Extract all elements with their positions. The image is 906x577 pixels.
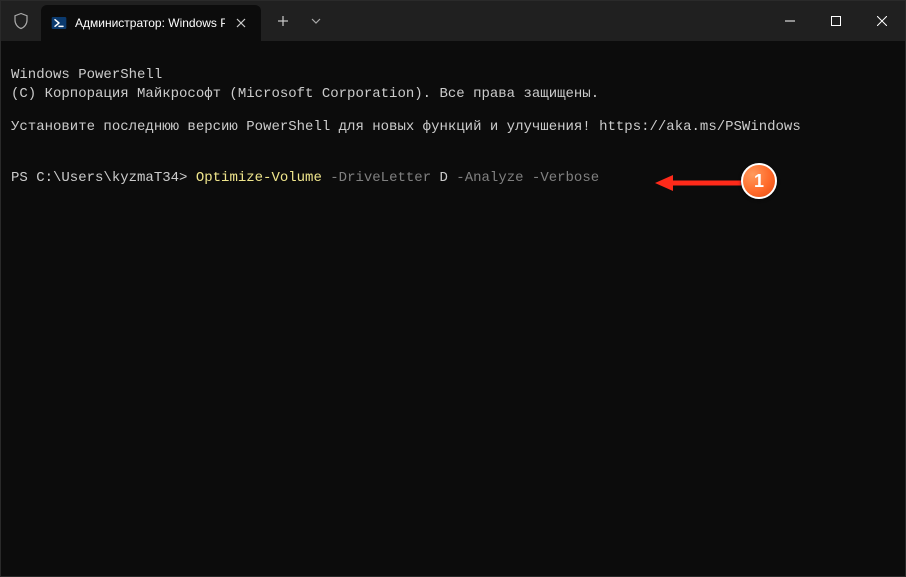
close-window-button[interactable] [859,1,905,41]
minimize-icon [785,16,795,26]
output-line: (C) Корпорация Майкрософт (Microsoft Cor… [11,86,599,102]
param: -Analyze [448,170,532,186]
param: -DriveLetter [322,170,440,186]
arg: D [440,170,448,186]
tab-close-button[interactable] [233,15,249,31]
terminal-window: Администратор: Windows Po [0,0,906,577]
new-tab-button[interactable] [265,1,301,41]
titlebar: Администратор: Windows Po [1,1,905,41]
titlebar-drag-area[interactable] [331,1,767,41]
powershell-icon [51,15,67,31]
minimize-button[interactable] [767,1,813,41]
param: -Verbose [532,170,599,186]
maximize-icon [831,16,841,26]
plus-icon [277,15,289,27]
shield-icon [12,12,30,30]
prompt-line: PS C:\Users\kyzmaT34> Optimize-Volume -D… [11,169,895,188]
maximize-button[interactable] [813,1,859,41]
tab-dropdown-button[interactable] [301,1,331,41]
terminal-content[interactable]: Windows PowerShell (C) Корпорация Майкро… [1,41,905,576]
tab-active[interactable]: Администратор: Windows Po [41,5,261,41]
tab-title: Администратор: Windows Po [75,16,225,30]
close-icon [236,18,246,28]
close-icon [877,16,887,26]
prompt-prefix: PS C:\Users\kyzmaT34> [11,170,196,186]
window-controls [767,1,905,41]
app-shield-icon [1,1,41,41]
output-line: Установите последнюю версию PowerShell д… [11,118,895,137]
output-line: Windows PowerShell [11,67,162,83]
chevron-down-icon [311,18,321,24]
cmdlet: Optimize-Volume [196,170,322,186]
